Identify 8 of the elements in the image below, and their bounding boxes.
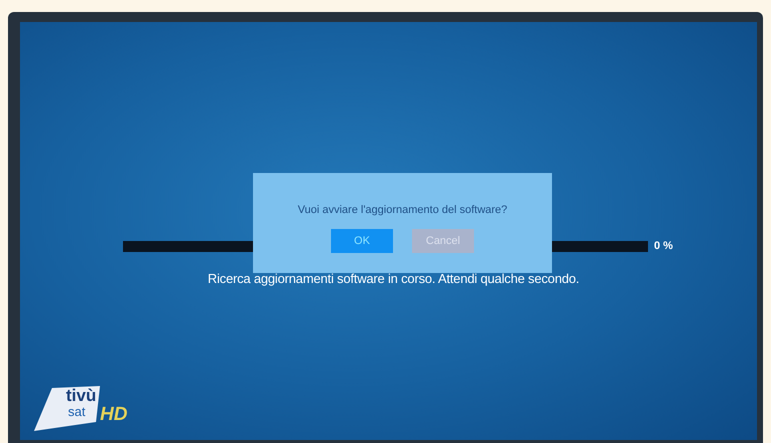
logo-background [32,384,102,432]
logo-subtext: sat [68,404,86,419]
progress-percent: 0 % [654,240,673,252]
dialog-question: Vuoi avviare l'aggiornamento del software? [298,204,508,216]
status-message: Ricerca aggiornamenti software in corso. Attendi qualche secondo. [208,271,580,286]
ok-button[interactable]: OK [331,229,393,253]
logo-text: tivù [66,386,96,406]
hd-label: HD [100,404,128,426]
